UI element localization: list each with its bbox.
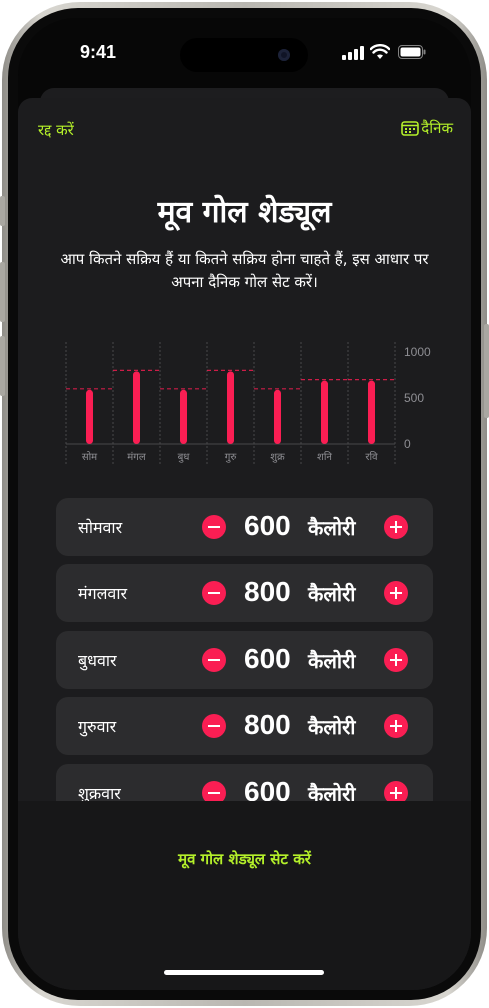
calorie-unit: कैलोरी — [308, 649, 356, 673]
battery-icon — [398, 45, 426, 59]
cancel-button[interactable]: रद्द करें — [38, 120, 74, 140]
bar-2 — [180, 389, 187, 444]
volume-up-button — [0, 262, 5, 322]
bar-0 — [86, 389, 93, 444]
y-tick-label: 1000 — [404, 345, 431, 359]
calorie-unit: कैलोरी — [308, 516, 356, 540]
wifi-icon — [370, 44, 390, 59]
bar-5 — [321, 380, 328, 444]
screen: 9:41 रद्द करें दैनिक मूव गोल शेड्यूल आप … — [18, 18, 471, 990]
increase-button[interactable] — [384, 714, 408, 738]
set-schedule-button[interactable]: मूव गोल शेड्यूल सेट करें — [18, 849, 471, 869]
calorie-unit: कैलोरी — [308, 582, 356, 606]
status-bar: 9:41 — [18, 18, 471, 88]
decrease-button[interactable] — [202, 714, 226, 738]
dynamic-island — [180, 38, 308, 72]
day-label: गुरुवार — [78, 717, 117, 736]
page-subtitle: आप कितने सक्रिय हैं या कितने सक्रिय होना… — [60, 250, 429, 291]
day-label: सोमवार — [78, 518, 123, 537]
weekly-goal-chart: सोम मंगल बुध गुरु शुक्र शनि रवि 1000 500 0 — [65, 342, 431, 464]
action-button — [0, 196, 5, 226]
x-tick-label: मंगल — [127, 451, 146, 463]
decrease-button[interactable] — [202, 515, 226, 539]
schedule-row-wednesday: बुधवार 600 कैलोरी — [56, 631, 433, 689]
bar-4 — [274, 389, 281, 444]
bar-1 — [133, 371, 140, 444]
day-label: बुधवार — [78, 651, 117, 670]
bar-6 — [368, 380, 375, 444]
x-tick-label: रवि — [365, 451, 378, 463]
increase-button[interactable] — [384, 648, 408, 672]
x-tick-label: सोम — [82, 451, 98, 463]
home-indicator[interactable] — [164, 970, 324, 975]
bottom-action-bar: मूव गोल शेड्यूल सेट करें — [18, 801, 471, 990]
schedule-row-tuesday: मंगलवार 800 कैलोरी — [56, 564, 433, 622]
status-time: 9:41 — [80, 42, 117, 62]
daily-label: दैनिक — [421, 119, 453, 137]
schedule-row-thursday: गुरुवार 800 कैलोरी — [56, 697, 433, 755]
decrease-button[interactable] — [202, 648, 226, 672]
calendar-icon — [401, 121, 420, 136]
schedule-row-monday: सोमवार 600 कैलोरी — [56, 498, 433, 556]
volume-down-button — [0, 336, 5, 396]
cellular-signal-icon — [342, 46, 364, 60]
x-tick-label: शनि — [317, 451, 332, 463]
bar-3 — [227, 371, 234, 444]
day-label: मंगलवार — [78, 584, 128, 603]
page-title: मूव गोल शेड्यूल — [157, 195, 332, 230]
calorie-value: 600 — [244, 510, 291, 541]
front-camera — [278, 49, 290, 61]
x-tick-label: शुक्र — [270, 452, 285, 463]
increase-button[interactable] — [384, 581, 408, 605]
calorie-value: 800 — [244, 576, 291, 607]
x-tick-label: गुरु — [225, 452, 238, 463]
x-tick-label: बुध — [178, 452, 191, 463]
increase-button[interactable] — [384, 515, 408, 539]
daily-button[interactable]: दैनिक — [401, 118, 453, 138]
y-tick-label: 500 — [404, 391, 424, 405]
calorie-value: 600 — [244, 643, 291, 674]
decrease-button[interactable] — [202, 581, 226, 605]
side-button — [484, 324, 489, 418]
calorie-unit: कैलोरी — [308, 715, 356, 739]
calorie-value: 800 — [244, 709, 291, 740]
y-tick-label: 0 — [404, 437, 411, 451]
